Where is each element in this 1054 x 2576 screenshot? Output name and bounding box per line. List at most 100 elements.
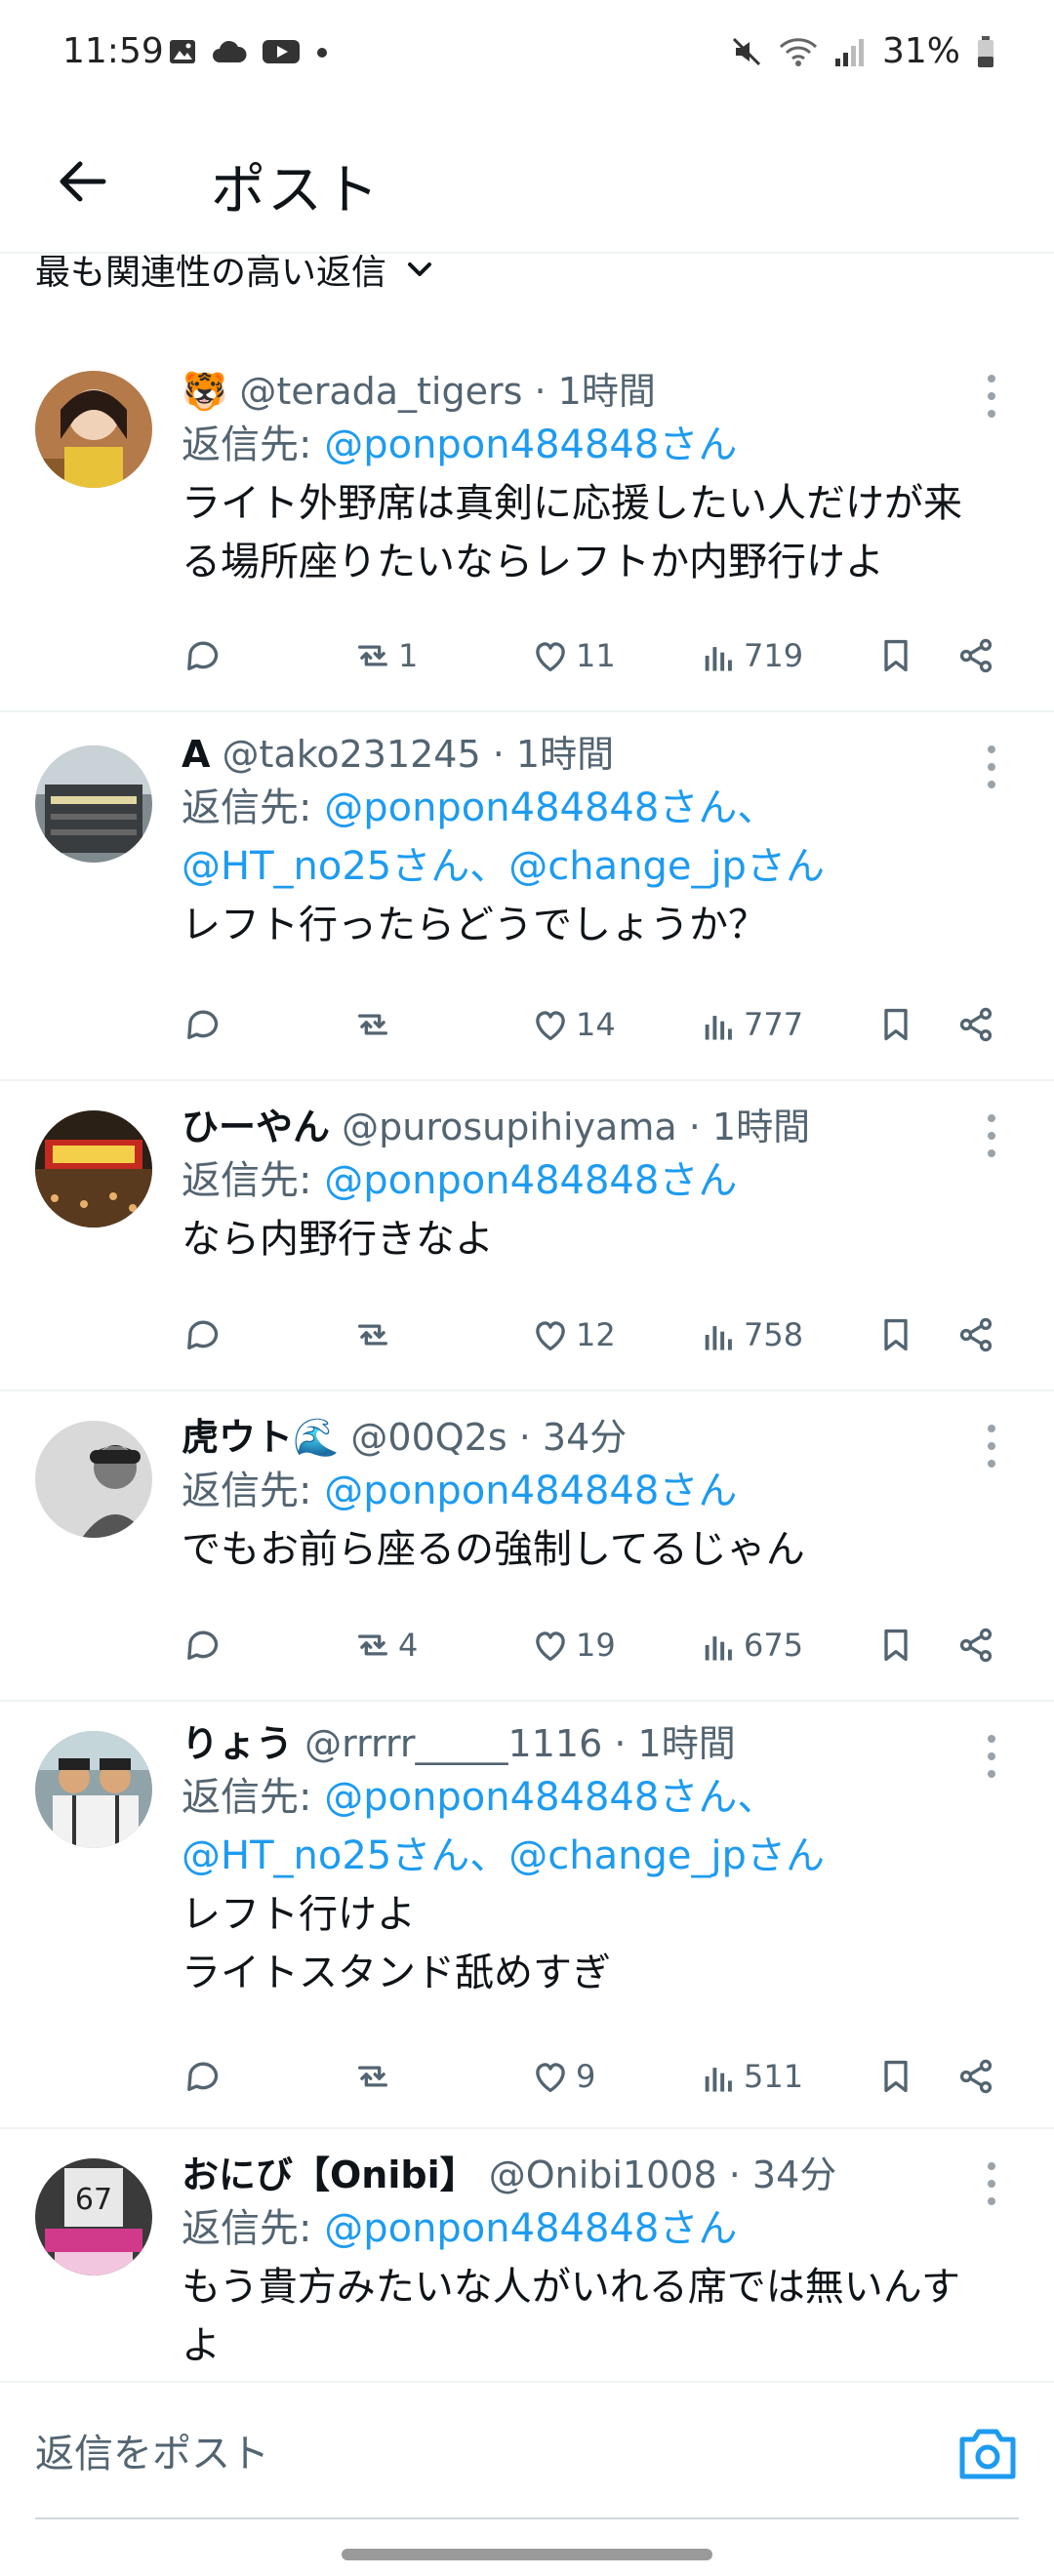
share-icon: [959, 638, 993, 673]
bookmark-button[interactable]: [876, 636, 915, 675]
views-button[interactable]: 758: [699, 1315, 803, 1354]
views-count: 675: [744, 1627, 804, 1664]
share-button[interactable]: [956, 636, 995, 675]
reply-actions: 4 19 675: [182, 1616, 999, 1674]
share-icon: [959, 1628, 993, 1663]
reply-to-link[interactable]: @ponpon484848さん: [324, 1469, 737, 1513]
reply-author-name: 虎ウト🌊: [182, 1416, 340, 1459]
reply-text: でもお前ら座るの強制してるじゃん: [182, 1527, 805, 1572]
more-options-button[interactable]: [974, 745, 1009, 788]
reply-author-name: A: [182, 733, 211, 776]
like-button[interactable]: 12: [531, 1315, 616, 1354]
reply-button[interactable]: [182, 1626, 221, 1665]
views-button[interactable]: 719: [699, 636, 803, 675]
bookmark-button[interactable]: [876, 1315, 915, 1354]
heart-icon: [536, 642, 565, 672]
reply-sort-dropdown[interactable]: 最も関連性の高い返信: [35, 238, 435, 301]
share-button[interactable]: [956, 1005, 995, 1044]
bookmark-button[interactable]: [876, 1005, 915, 1044]
dot-icon: [317, 48, 327, 58]
back-button[interactable]: [47, 146, 117, 217]
reply-author-handle[interactable]: @tako231245: [223, 733, 481, 776]
share-button[interactable]: [956, 1626, 995, 1665]
avatar[interactable]: 67: [35, 2158, 152, 2275]
reply-time: · 1時間: [614, 1722, 736, 1765]
wifi-icon: [779, 37, 818, 66]
avatar[interactable]: [35, 371, 152, 488]
views-button[interactable]: 777: [699, 1005, 803, 1044]
avatar[interactable]: [35, 1731, 152, 1848]
reply-item[interactable]: 虎ウト🌊 @00Q2s · 34分 返信先: @ponpon484848さん で…: [0, 1391, 1054, 1702]
reply-author-name: ひーやん: [182, 1106, 331, 1148]
reply-button[interactable]: [182, 2057, 221, 2096]
reply-to-link[interactable]: @ponpon484848さん、: [324, 1775, 776, 1820]
reply-author-handle[interactable]: @terada_tigers: [239, 370, 522, 413]
arrow-left-icon: [60, 161, 106, 202]
reply-text: もう貴方みたいな人がいれる席では無いんすよ: [182, 2265, 960, 2368]
repost-button[interactable]: [353, 1005, 398, 1044]
more-options-button[interactable]: [974, 1425, 1009, 1468]
share-button[interactable]: [956, 1315, 995, 1354]
bookmark-icon: [884, 639, 908, 672]
share-button[interactable]: [956, 2057, 995, 2096]
reply-to-link[interactable]: @ponpon484848さん: [324, 423, 737, 467]
repost-button[interactable]: 1: [353, 636, 418, 675]
views-button[interactable]: 675: [699, 1626, 803, 1665]
reply-author-name: おにび【Onibi】: [182, 2153, 477, 2196]
reply-time: · 34分: [518, 1416, 628, 1459]
reply-button[interactable]: [182, 636, 221, 675]
comment-icon: [187, 2062, 219, 2091]
repost-button[interactable]: [353, 2057, 398, 2096]
reply-item[interactable]: A @tako231245 · 1時間 返信先: @ponpon484848さん…: [0, 712, 1054, 1081]
reply-to-link[interactable]: @ponpon484848さん、: [324, 785, 776, 830]
reply-author-handle[interactable]: @purosupihiyama: [342, 1106, 677, 1148]
comment-icon: [187, 1630, 219, 1660]
avatar[interactable]: [35, 1110, 152, 1228]
repost-button[interactable]: [353, 1315, 398, 1354]
like-button[interactable]: 11: [531, 636, 616, 675]
top-app-bar: ポスト: [0, 107, 1054, 254]
reply-button[interactable]: [182, 1005, 221, 1044]
reply-to-label: 返信先:: [182, 423, 325, 467]
reply-actions: 9 511: [182, 2047, 999, 2106]
gesture-nav-bar[interactable]: [342, 2549, 712, 2560]
reply-button[interactable]: [182, 1315, 221, 1354]
reply-to-link[interactable]: @HT_no25さん、@change_jpさん: [182, 844, 825, 889]
bookmark-button[interactable]: [876, 2057, 915, 2096]
avatar[interactable]: [35, 1421, 152, 1538]
more-options-button[interactable]: [974, 1114, 1009, 1157]
like-count: 11: [576, 637, 616, 674]
reply-item[interactable]: りょう @rrrrr_____1116 · 1時間 返信先: @ponpon48…: [0, 1702, 1054, 2129]
bookmark-button[interactable]: [876, 1626, 915, 1665]
views-count: 758: [744, 1316, 804, 1353]
reply-author-handle[interactable]: @Onibi1008: [489, 2153, 717, 2196]
system-status: 31%: [730, 31, 995, 71]
reply-to-link[interactable]: @HT_no25さん、@change_jpさん: [182, 1833, 825, 1878]
reply-text: ライト外野席は真剣に応援したい人だけが来る場所座りたいならレフトか内野行けよ: [182, 481, 962, 584]
reply-author-handle[interactable]: @00Q2s: [350, 1416, 507, 1459]
heart-icon: [536, 2063, 565, 2093]
reply-to-link[interactable]: @ponpon484848さん: [324, 1158, 737, 1203]
like-button[interactable]: 9: [531, 2057, 595, 2096]
like-button[interactable]: 19: [531, 1626, 616, 1665]
avatar[interactable]: [35, 745, 152, 863]
views-button[interactable]: 511: [699, 2057, 803, 2096]
reply-to-label: 返信先:: [182, 1469, 325, 1513]
more-options-button[interactable]: [974, 1735, 1009, 1778]
reply-to-label: 返信先:: [182, 1775, 325, 1820]
reply-item[interactable]: ひーやん @purosupihiyama · 1時間 返信先: @ponpon4…: [0, 1081, 1054, 1391]
repost-button[interactable]: 4: [353, 1626, 418, 1665]
like-button[interactable]: 14: [531, 1005, 616, 1044]
reply-to-label: 返信先:: [182, 2206, 325, 2251]
more-options-button[interactable]: [974, 2162, 1009, 2205]
notification-icons: [168, 37, 330, 66]
reply-input[interactable]: 返信をポスト: [35, 2422, 269, 2478]
bookmark-icon: [884, 1008, 908, 1041]
camera-button[interactable]: [956, 2424, 1019, 2482]
reply-author-handle[interactable]: @rrrrr_____1116: [304, 1722, 602, 1765]
reply-to-link[interactable]: @ponpon484848さん: [324, 2206, 737, 2251]
reply-to-label: 返信先:: [182, 1158, 325, 1203]
reply-item[interactable]: 🐯 @terada_tigers · 1時間 返信先: @ponpon48484…: [0, 342, 1054, 712]
more-options-button[interactable]: [974, 375, 1009, 418]
reply-item[interactable]: 67 おにび【Onibi】 @Onibi1008 · 34分 返信先: @pon…: [0, 2129, 1054, 2381]
